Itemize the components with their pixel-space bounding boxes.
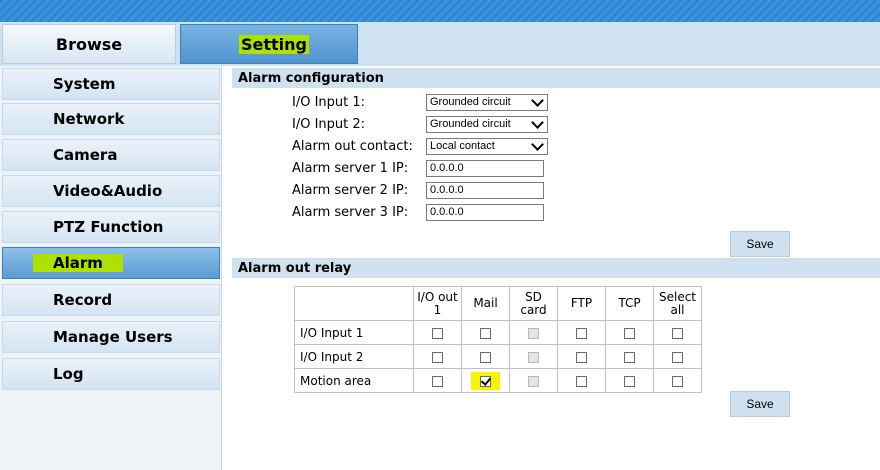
io-input-2-value: Grounded circuit xyxy=(430,118,511,130)
alarm-config-heading: Alarm configuration xyxy=(232,68,880,88)
alarm-server-1-input[interactable]: 0.0.0.0 xyxy=(426,160,544,177)
alarm-server-3-label: Alarm server 3 IP: xyxy=(292,205,409,220)
table-row: Motion area xyxy=(294,368,702,393)
alarm-relay-heading: Alarm out relay xyxy=(232,258,880,278)
select-all-checkbox[interactable] xyxy=(672,375,683,387)
sidebar-item-record[interactable]: Record xyxy=(2,284,220,316)
io-input-1-value: Grounded circuit xyxy=(430,96,511,108)
tcp-checkbox[interactable] xyxy=(624,327,635,339)
sidebar-item-ptz-function[interactable]: PTZ Function xyxy=(2,211,220,243)
sidebar-item-manage-users[interactable]: Manage Users xyxy=(2,321,220,353)
sidebar-item-alarm[interactable]: Alarm xyxy=(2,247,220,279)
sd-card-checkbox xyxy=(528,327,539,339)
sd-card-checkbox xyxy=(528,375,539,387)
column-header: SD card xyxy=(509,286,558,321)
tab-setting[interactable]: Setting xyxy=(180,24,358,64)
alarm-out-contact-value: Local contact xyxy=(430,140,495,152)
ftp-checkbox[interactable] xyxy=(576,351,587,363)
sidebar-item-label: PTZ Function xyxy=(53,218,164,236)
save-relay-button[interactable]: Save xyxy=(730,391,790,417)
tcp-checkbox[interactable] xyxy=(624,351,635,363)
alarm-server-3-input[interactable]: 0.0.0.0 xyxy=(426,204,544,221)
tab-browse-label: Browse xyxy=(55,34,123,54)
save-config-button[interactable]: Save xyxy=(730,231,790,257)
column-header: Select all xyxy=(653,286,702,321)
mail-checkbox[interactable] xyxy=(480,327,491,339)
io-input-2-select[interactable]: Grounded circuit xyxy=(426,116,548,133)
sidebar-item-label: Camera xyxy=(53,146,118,164)
sidebar-item-system[interactable]: System xyxy=(2,68,220,100)
io-input-1-label: I/O Input 1: xyxy=(292,95,366,110)
mail-checkbox-checked[interactable] xyxy=(480,375,491,387)
sidebar-item-video-audio[interactable]: Video&Audio xyxy=(2,175,220,207)
io-input-2-label: I/O Input 2: xyxy=(292,117,366,132)
column-header: TCP xyxy=(605,286,654,321)
top-banner xyxy=(0,0,880,22)
table-row: I/O Input 1 xyxy=(294,320,702,345)
tcp-checkbox[interactable] xyxy=(624,375,635,387)
alarm-relay-table: I/O out 1 Mail SD card FTP TCP Select al… xyxy=(294,286,702,393)
ftp-checkbox[interactable] xyxy=(576,327,587,339)
sidebar-item-network[interactable]: Network xyxy=(2,103,220,135)
main-content: Alarm configuration I/O Input 1: Grounde… xyxy=(222,66,880,470)
alarm-server-1-label: Alarm server 1 IP: xyxy=(292,161,409,176)
alarm-out-contact-select[interactable]: Local contact xyxy=(426,138,548,155)
sidebar-item-label: Log xyxy=(53,365,84,383)
select-all-checkbox[interactable] xyxy=(672,351,683,363)
tab-setting-label: Setting xyxy=(239,35,309,54)
highlight-marker xyxy=(471,371,500,390)
chevron-down-icon xyxy=(531,116,544,129)
column-header: Mail xyxy=(461,286,510,321)
sd-card-checkbox xyxy=(528,351,539,363)
sidebar-item-label: Record xyxy=(53,291,113,309)
tab-browse[interactable]: Browse xyxy=(2,24,176,64)
table-header-row: I/O out 1 Mail SD card FTP TCP Select al… xyxy=(294,286,702,321)
sidebar-item-log[interactable]: Log xyxy=(2,358,220,390)
io-input-1-select[interactable]: Grounded circuit xyxy=(426,94,548,111)
sidebar-item-label: Network xyxy=(53,110,125,128)
column-header-empty xyxy=(294,286,414,321)
row-label: I/O Input 2 xyxy=(294,344,414,369)
row-label: I/O Input 1 xyxy=(294,320,414,345)
row-label: Motion area xyxy=(294,368,414,393)
sidebar-item-label: Alarm xyxy=(33,254,123,272)
mail-checkbox[interactable] xyxy=(480,351,491,363)
ftp-checkbox[interactable] xyxy=(576,375,587,387)
column-header: I/O out 1 xyxy=(413,286,462,321)
alarm-server-2-label: Alarm server 2 IP: xyxy=(292,183,409,198)
select-all-checkbox[interactable] xyxy=(672,327,683,339)
alarm-server-2-input[interactable]: 0.0.0.0 xyxy=(426,182,544,199)
chevron-down-icon xyxy=(531,138,544,151)
chevron-down-icon xyxy=(531,94,544,107)
table-row: I/O Input 2 xyxy=(294,344,702,369)
sidebar-item-camera[interactable]: Camera xyxy=(2,139,220,171)
io-out-1-checkbox[interactable] xyxy=(432,375,443,387)
sidebar-item-label: Video&Audio xyxy=(53,182,163,200)
column-header: FTP xyxy=(557,286,606,321)
io-out-1-checkbox[interactable] xyxy=(432,351,443,363)
alarm-out-contact-label: Alarm out contact: xyxy=(292,139,413,154)
sidebar-item-label: System xyxy=(53,75,116,93)
io-out-1-checkbox[interactable] xyxy=(432,327,443,339)
sidebar: System Network Camera Video&Audio PTZ Fu… xyxy=(0,66,222,470)
sidebar-item-label: Manage Users xyxy=(53,328,173,346)
